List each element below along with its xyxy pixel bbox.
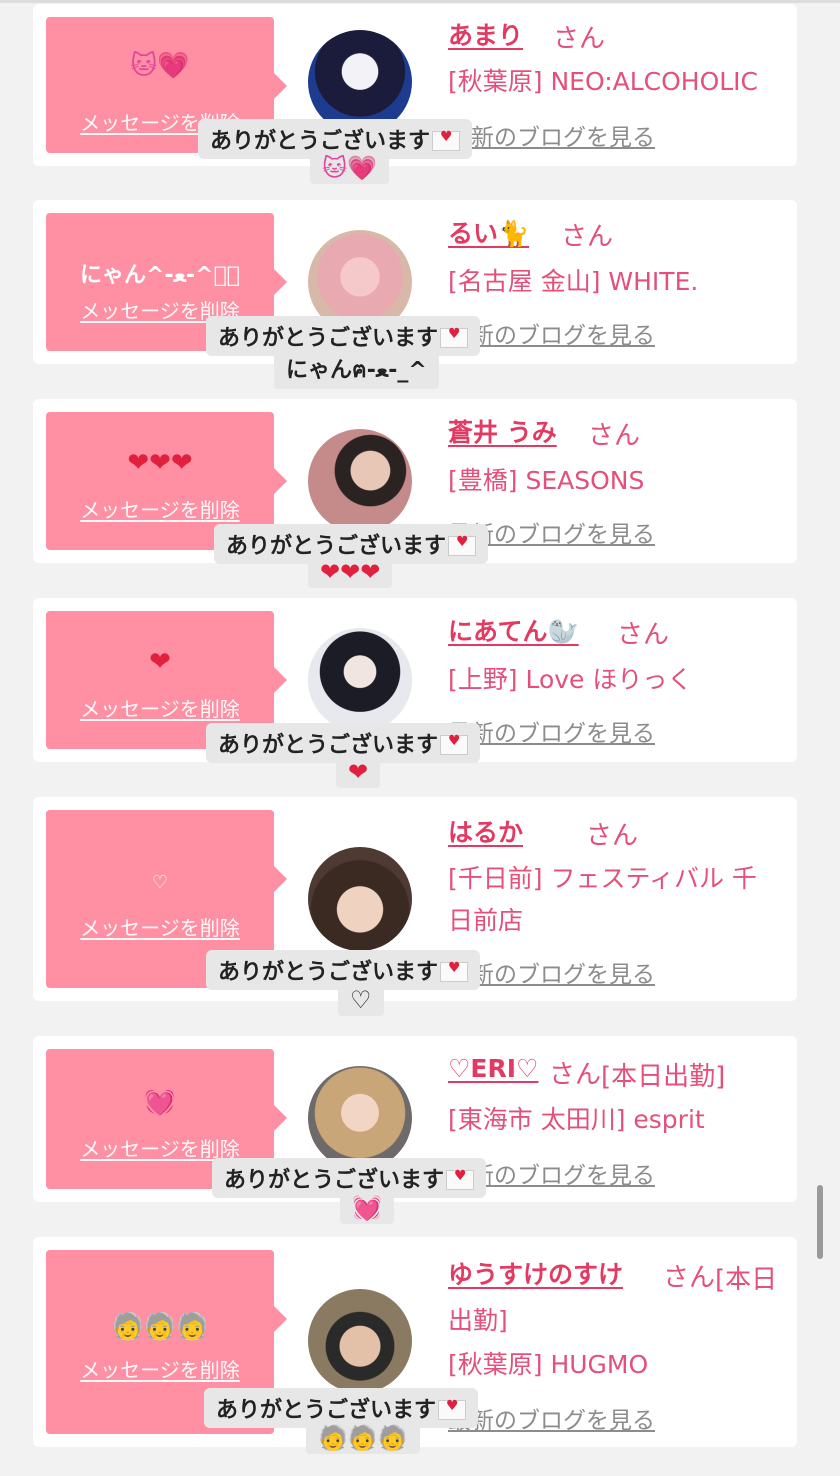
latest-blog-link[interactable]: 最新のブログを見る	[448, 118, 655, 152]
latest-blog-link[interactable]: 最新のブログを見る	[448, 1401, 655, 1435]
scrollbar[interactable]	[817, 1185, 823, 1259]
thanks-text: ありがとうございます	[210, 129, 431, 154]
shop-label-line2: [秋葉原] HUGMO	[448, 1350, 649, 1379]
cast-name-link[interactable]: にあてん🦭	[448, 612, 579, 648]
reply-emoji: 🐱💗	[310, 152, 389, 184]
thanks-text: ありがとうございます	[218, 733, 439, 758]
thanks-text: ありがとうございます	[224, 1168, 445, 1193]
san-label: さん	[617, 620, 670, 650]
message-text: 🐱💗	[130, 51, 190, 81]
love-letter-icon	[432, 129, 461, 151]
shop-label: [千日前] フェスティバル 千	[448, 864, 757, 893]
delete-message-link[interactable]: メッセージを削除	[46, 912, 274, 941]
avatar[interactable]	[308, 429, 412, 533]
message-text: 💓	[143, 1087, 177, 1117]
reply-emoji: ❤	[336, 756, 381, 788]
shop-label: [名古屋 金山] WHITE.	[448, 267, 699, 296]
love-letter-icon	[448, 534, 477, 556]
message-text: ❤❤❤	[127, 448, 193, 478]
avatar[interactable]	[308, 1289, 412, 1393]
love-letter-icon	[438, 1398, 467, 1420]
san-label: さん	[663, 1263, 716, 1293]
love-letter-icon	[440, 733, 469, 755]
message-text: にゃん^-ﻌ-^ฅ゙	[80, 263, 240, 288]
shop-label: [東海市 太田川] esprit	[448, 1105, 705, 1134]
cast-name-link[interactable]: ♡ERI♡	[448, 1054, 538, 1083]
today-badge: [本日	[715, 1265, 778, 1295]
shop-label-line2: 日前店	[448, 906, 524, 935]
shop-label: [上野] Love ほりっく	[448, 665, 693, 694]
san-label: さん	[586, 821, 639, 851]
avatar[interactable]	[308, 1066, 412, 1170]
delete-message-link[interactable]: メッセージを削除	[46, 1354, 274, 1383]
reply-emoji: ❤❤❤	[308, 556, 393, 588]
shop-label: [豊橋] SEASONS	[448, 466, 645, 495]
san-label: さん	[588, 421, 641, 451]
love-letter-icon	[440, 326, 469, 348]
cast-name-link[interactable]: ゆうすけのすけ	[448, 1255, 623, 1291]
reply-emoji: 💓	[340, 1192, 394, 1224]
san-label: さん	[553, 24, 606, 54]
thanks-text: ありがとうございます	[216, 1398, 437, 1423]
cast-name-link[interactable]: るい🐈	[448, 214, 529, 250]
reply-emoji: 🧓🧓🧓	[306, 1422, 420, 1454]
message-text: ❤	[149, 647, 171, 677]
message-text: 🧓🧓🧓	[111, 1312, 209, 1342]
avatar[interactable]	[308, 628, 412, 732]
san-label: さん	[561, 222, 614, 252]
shop-label: 出勤]	[448, 1306, 508, 1335]
cast-name-link[interactable]: 蒼井 うみ	[448, 413, 557, 449]
thanks-text: ありがとうございます	[218, 960, 439, 985]
reply-emoji: にゃんฅ-ﻌ-_^	[274, 350, 439, 389]
thanks-text: ありがとうございます	[218, 326, 439, 351]
message-text: ♡	[151, 872, 169, 893]
delete-message-link[interactable]: メッセージを削除	[46, 693, 274, 722]
love-letter-icon	[440, 960, 469, 982]
today-badge: [本日出勤]	[601, 1062, 726, 1092]
reply-emoji: ♡	[338, 984, 384, 1016]
delete-message-link[interactable]: メッセージを削除	[46, 494, 274, 523]
san-label: さん	[549, 1060, 602, 1090]
cast-name-link[interactable]: はるか	[448, 813, 523, 849]
avatar[interactable]	[308, 847, 412, 951]
cast-name-link[interactable]: あまり	[448, 16, 523, 52]
love-letter-icon	[446, 1168, 475, 1190]
top-divider	[0, 0, 840, 3]
shop-label: [秋葉原] NEO:ALCOHOLIC	[448, 67, 759, 96]
